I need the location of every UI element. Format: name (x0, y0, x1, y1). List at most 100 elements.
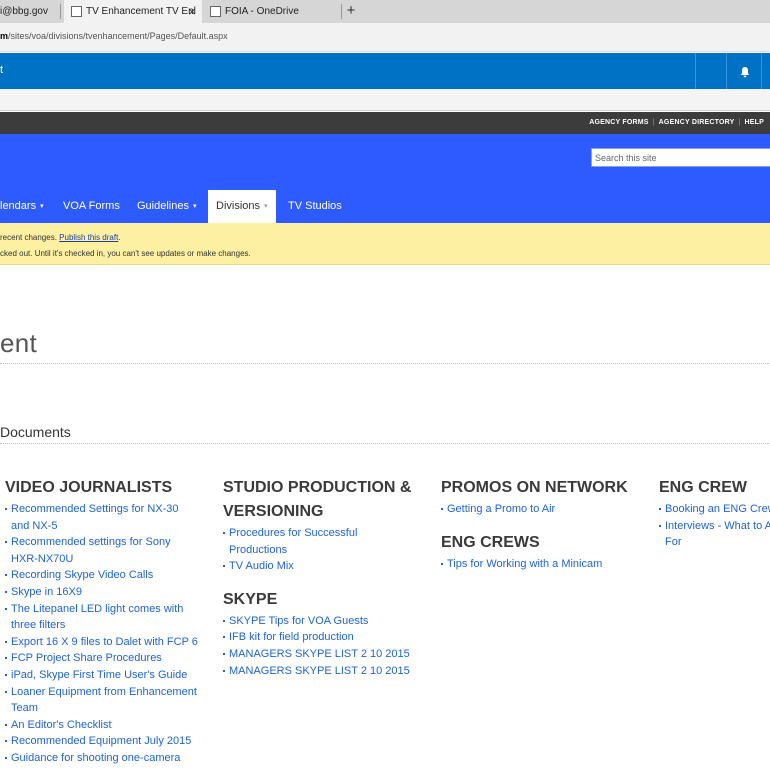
url-text[interactable]: m/sites/voa/divisions/tvenhancement/Page… (0, 31, 228, 41)
nav-item-calendars[interactable]: lendars ▾ (0, 190, 44, 223)
chevron-down-icon: ▾ (40, 203, 44, 210)
list-item[interactable]: Tips for Working with a Minicam (441, 556, 648, 573)
bullet-icon (223, 619, 225, 622)
bullet-icon (441, 562, 443, 565)
link-text: SKYPE Tips for VOA Guests (229, 614, 369, 627)
site-banner: Search this site (0, 134, 770, 190)
publish-draft-link[interactable]: Publish this draft (59, 233, 118, 242)
nav-label: VOA Forms (63, 200, 120, 212)
list-item[interactable]: Getting a Promo to Air (441, 501, 648, 518)
column-heading: STUDIO PRODUCTION & VERSIONING (218, 476, 430, 524)
agency-directory-link[interactable]: AGENCY DIRECTORY (659, 119, 735, 126)
list-item[interactable]: three filters (5, 617, 212, 634)
suite-divider (726, 53, 727, 89)
app-launcher-icon[interactable]: t (0, 64, 4, 76)
link-text: For (665, 536, 682, 549)
list-item[interactable]: MANAGERS SKYPE LIST 2 10 2015 (223, 646, 430, 663)
notice-checkout-line: cked out. Until it's checked in, you can… (0, 249, 251, 258)
list-item[interactable]: Recording Skype Video Calls (5, 567, 212, 584)
list-item[interactable]: Interviews - What to A (659, 518, 770, 535)
link-text: Procedures for Successful (229, 527, 358, 539)
page-icon (71, 6, 82, 17)
new-tab-button[interactable]: + (343, 0, 359, 23)
bullet-icon (5, 690, 7, 693)
column-promos-on-network: PROMOS ON NETWORK Getting a Promo to Air… (436, 476, 648, 572)
list-item[interactable]: Skype in 16X9 (5, 584, 212, 601)
list-item[interactable]: SKYPE Tips for VOA Guests (223, 613, 430, 630)
suite-bar: t (0, 53, 770, 89)
bullet-icon (223, 652, 225, 655)
list-item[interactable]: Team (5, 700, 212, 717)
list-item[interactable]: Recommended Settings for NX-30 (5, 501, 212, 518)
link-text: Productions (229, 543, 288, 556)
nav-label: lendars (0, 200, 37, 212)
list-item[interactable]: FCP Project Share Procedures (5, 650, 212, 667)
link-text: Recommended Settings for NX-30 (11, 503, 179, 515)
close-tab-icon[interactable]: × (185, 0, 199, 23)
list-item[interactable]: Procedures for Successful (223, 525, 430, 542)
onedrive-icon (210, 6, 221, 17)
section-heading: Documents (0, 424, 71, 440)
page-title: ent (0, 328, 38, 358)
link-text: Export 16 X 9 files to Dalet with FCP 6 (11, 635, 198, 648)
browser-tab-mail[interactable]: i@bbg.gov (0, 0, 58, 23)
bullet-icon (223, 565, 225, 568)
link-text: MANAGERS SKYPE LIST 2 10 2015 (229, 647, 410, 660)
list-item[interactable]: Loaner Equipment from Enhancement (5, 684, 212, 701)
link-text: The Litepanel LED light comes with (11, 602, 184, 615)
list-item[interactable]: IFB kit for field production (223, 629, 430, 646)
link-text: and NX-5 (11, 519, 58, 532)
bullet-icon (659, 508, 661, 510)
bell-icon[interactable] (739, 65, 751, 78)
bullet-icon (5, 541, 7, 544)
list-item[interactable]: Booking an ENG Crew (659, 501, 770, 518)
link-text: Tips for Working with a Minicam (447, 557, 603, 570)
link-text: TV Audio Mix (229, 560, 294, 573)
nav-item-divisions[interactable]: Divisions ▾ (208, 190, 276, 223)
list-item[interactable]: Export 16 X 9 files to Dalet with FCP 6 (5, 634, 212, 651)
link-text: Recommended Equipment July 2015 (11, 735, 192, 748)
link-text: IFB kit for field production (229, 631, 354, 644)
link-text: HXR-NX70U (11, 552, 74, 565)
list-item[interactable]: Guidance for shooting one-camera (5, 750, 212, 767)
link-text: Interviews - What to A (665, 519, 770, 532)
link-list: Tips for Working with a Minicam (436, 556, 648, 573)
list-item[interactable]: An Editor's Checklist (5, 717, 212, 734)
list-item[interactable]: Recommended Equipment July 2015 (5, 733, 212, 750)
link-text: Booking an ENG Crew (665, 503, 770, 515)
column-heading: ENG CREWS (441, 533, 540, 551)
column-heading: VIDEO JOURNALISTS (5, 479, 173, 496)
list-item[interactable]: The Litepanel LED light comes with (5, 601, 212, 618)
list-item[interactable]: TV Audio Mix (223, 558, 430, 575)
link-text: Getting a Promo to Air (447, 503, 556, 515)
nav-item-tv-studios[interactable]: TV Studios (288, 190, 342, 223)
bullet-icon (5, 607, 7, 610)
link-text: three filters (11, 619, 66, 632)
search-input[interactable]: Search this site (591, 148, 770, 167)
list-item[interactable]: Productions (223, 542, 430, 559)
list-item[interactable]: and NX-5 (5, 518, 212, 535)
help-link[interactable]: HELP (745, 119, 764, 126)
list-item[interactable]: For (659, 534, 770, 551)
list-item[interactable]: iPad, Skype First Time User's Guide (5, 667, 212, 684)
column-video-journalists: VIDEO JOURNALISTS Recommended Settings f… (0, 476, 212, 767)
link-text: MANAGERS SKYPE LIST 2 10 2015 (229, 664, 410, 677)
nav-item-voa-forms[interactable]: VOA Forms (63, 190, 120, 223)
nav-label: TV Studios (288, 200, 342, 212)
top-navigation: lendars ▾ VOA Forms Guidelines ▾ Divisions… (0, 190, 770, 223)
browser-tab-tv-enhancement[interactable]: TV Enhancement TV Enl (64, 0, 202, 23)
agency-forms-link[interactable]: AGENCY FORMS (589, 119, 648, 126)
suite-divider (695, 53, 696, 89)
tab-label: TV Enhancement TV Enl (86, 6, 196, 17)
bullet-icon (5, 590, 7, 593)
url-host: m (0, 31, 9, 41)
list-item[interactable]: Recommended settings for Sony (5, 534, 212, 551)
list-item[interactable]: HXR-NX70U (5, 551, 212, 568)
address-bar[interactable]: m/sites/voa/divisions/tvenhancement/Page… (0, 23, 770, 52)
list-item[interactable]: MANAGERS SKYPE LIST 2 10 2015 (223, 663, 430, 680)
bullet-icon (223, 669, 225, 672)
heading-line: STUDIO PRODUCTION & (223, 479, 412, 496)
nav-item-guidelines[interactable]: Guidelines ▾ (137, 190, 197, 223)
browser-tab-foia[interactable]: FOIA - OneDrive (203, 0, 341, 23)
url-path: /sites/voa/divisions/tvenhancement/Pages… (8, 31, 228, 41)
